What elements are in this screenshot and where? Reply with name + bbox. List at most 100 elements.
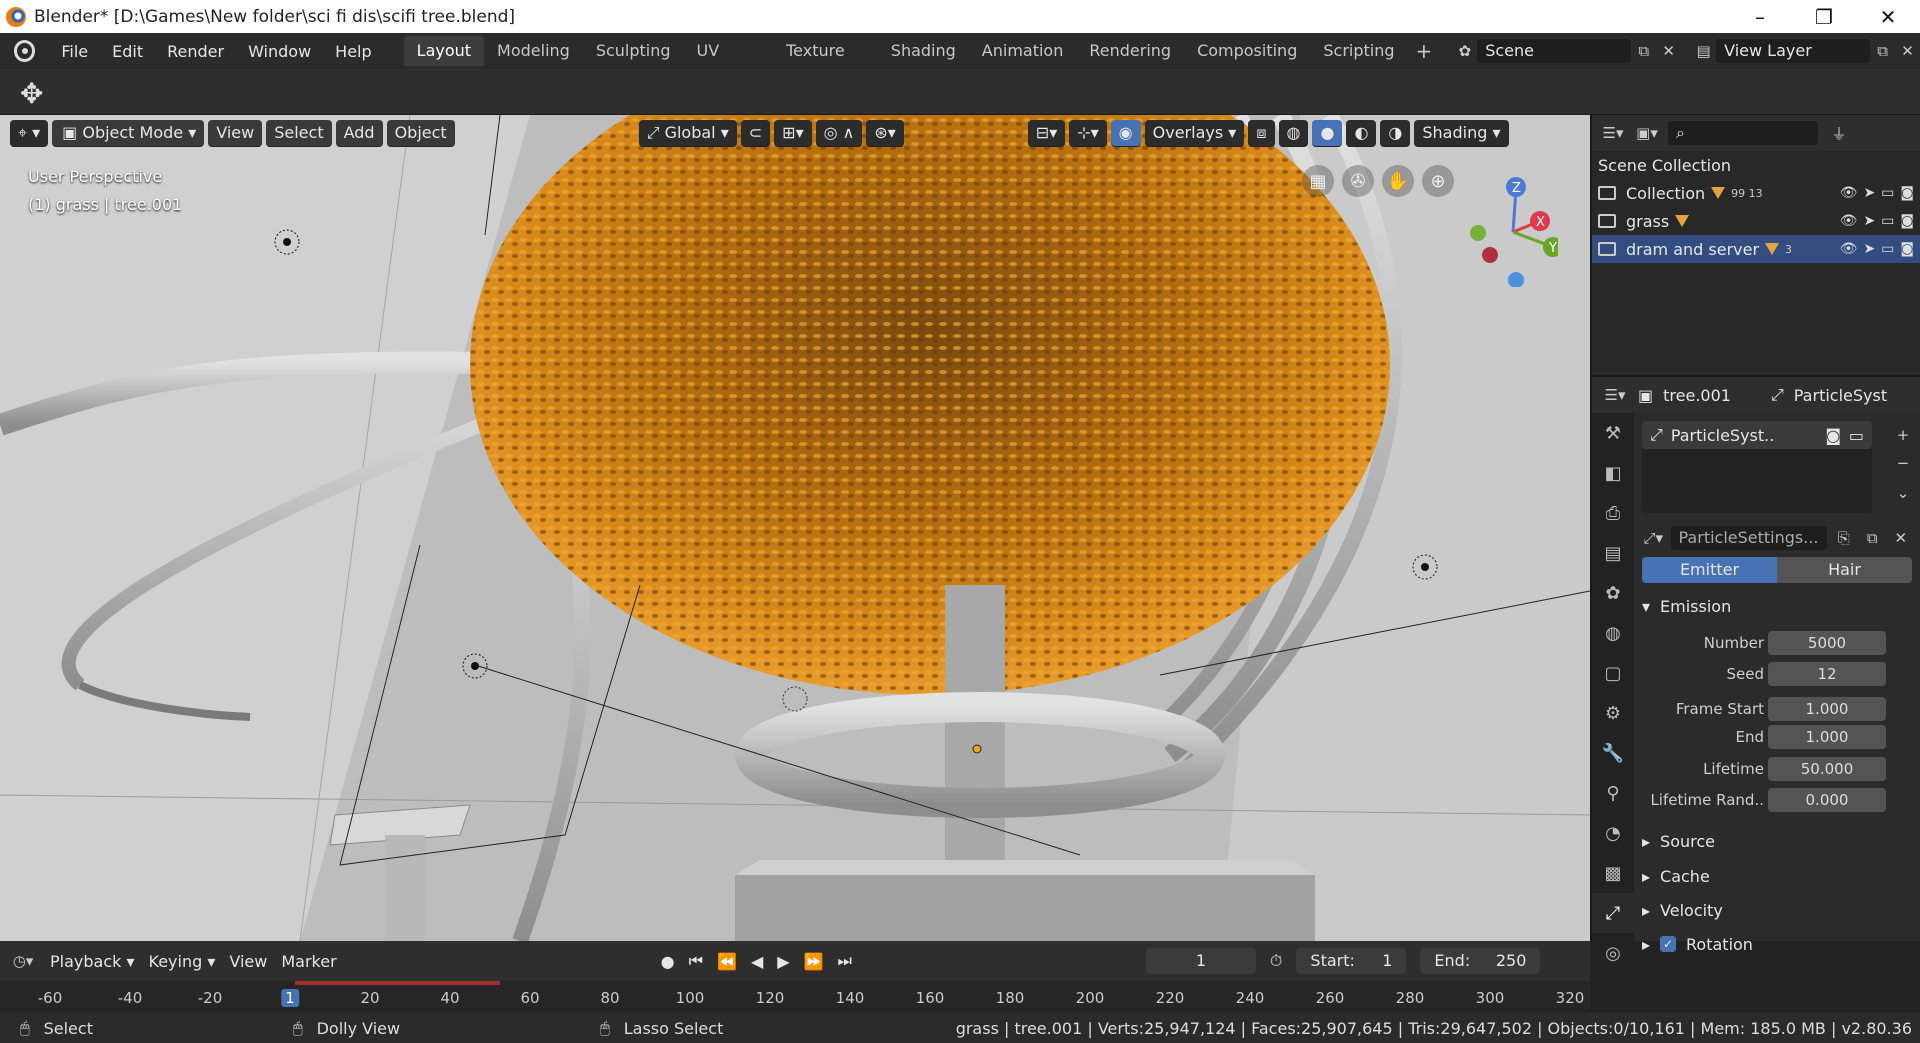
- current-frame-field[interactable]: 1: [1145, 948, 1256, 974]
- output-tab-icon[interactable]: ⎙: [1592, 493, 1634, 533]
- emission-section-header[interactable]: ▾ Emission: [1642, 591, 1912, 621]
- render-camera-icon[interactable]: ◙: [1825, 426, 1841, 445]
- timeline-editor-type-icon[interactable]: ◷▾: [10, 949, 36, 973]
- material-shading-icon[interactable]: ◐: [1346, 120, 1377, 146]
- remove-slot-icon[interactable]: −: [1890, 451, 1916, 475]
- end-frame-field[interactable]: End: 250: [1420, 948, 1541, 974]
- menu-edit[interactable]: Edit: [100, 42, 155, 61]
- properties-editor-type-icon[interactable]: ☰▾: [1602, 383, 1628, 407]
- seed-field[interactable]: 12: [1768, 662, 1886, 686]
- view-layer-icon[interactable]: ▤: [1691, 39, 1716, 63]
- filter-icon[interactable]: ⏚: [1826, 121, 1852, 145]
- jump-end-icon[interactable]: ⏭: [838, 951, 852, 971]
- camera-view-icon[interactable]: ✇: [1342, 165, 1374, 197]
- number-field[interactable]: 5000: [1768, 631, 1886, 655]
- outliner-search-input[interactable]: ⌕: [1668, 121, 1818, 145]
- tab-texture-paint[interactable]: Texture Paint: [773, 36, 878, 90]
- tab-modeling[interactable]: Modeling: [484, 36, 583, 66]
- 3d-viewport[interactable]: ⌖ ▾ ▣ Object Mode ▾ View Select Add Obje…: [0, 115, 1590, 941]
- fake-user-icon[interactable]: ⎘: [1833, 526, 1856, 550]
- velocity-section-header[interactable]: ▸ Velocity: [1642, 895, 1912, 925]
- menu-help[interactable]: Help: [323, 42, 383, 61]
- shading-dropdown[interactable]: Shading ▾: [1414, 120, 1509, 146]
- play-icon[interactable]: ▶: [777, 952, 789, 971]
- frame-start-field[interactable]: 1.000: [1768, 697, 1886, 721]
- physics-tab-icon[interactable]: ◎: [1592, 933, 1634, 973]
- outliner-row-grass[interactable]: grass 👁 ➤ ▭ ◙: [1592, 207, 1920, 235]
- object-menu[interactable]: Object: [386, 120, 455, 146]
- solid-shading-icon[interactable]: ●: [1312, 120, 1343, 146]
- overlays-toggle-icon[interactable]: ◉: [1110, 120, 1141, 146]
- wireframe-shading-icon[interactable]: ◍: [1278, 120, 1309, 146]
- jump-keyframe-forward-icon[interactable]: ⏩: [804, 952, 824, 971]
- data-tab-icon[interactable]: ◔: [1592, 813, 1634, 853]
- outliner-row-scene-collection[interactable]: Scene Collection: [1592, 151, 1920, 179]
- delete-scene-icon[interactable]: ✕: [1656, 39, 1681, 63]
- tab-uv-editing[interactable]: UV Editing: [684, 36, 774, 90]
- menu-window[interactable]: Window: [236, 42, 323, 61]
- xray-icon[interactable]: ⧈: [1248, 120, 1275, 146]
- minimize-button[interactable]: –: [1728, 5, 1792, 29]
- pivot-icon[interactable]: ⊛▾: [866, 120, 904, 146]
- view-layer-field[interactable]: View Layer: [1716, 39, 1871, 63]
- cache-section-header[interactable]: ▸ Cache: [1642, 861, 1912, 891]
- visibility-eye-icon[interactable]: 👁: [1840, 213, 1858, 229]
- scene-tab-icon[interactable]: ✿: [1592, 573, 1634, 613]
- tab-scripting[interactable]: Scripting: [1310, 36, 1407, 66]
- scene-icon[interactable]: ✿: [1452, 39, 1477, 63]
- outliner-row-collection[interactable]: Collection 99 13 👁 ➤ ▭ ◙: [1592, 179, 1920, 207]
- jump-keyframe-back-icon[interactable]: ⏪: [717, 952, 737, 971]
- overlays-dropdown[interactable]: Overlays ▾: [1144, 120, 1245, 146]
- material-tab-icon[interactable]: ▩: [1592, 853, 1634, 893]
- render-camera-icon[interactable]: ◙: [1900, 185, 1914, 201]
- close-button[interactable]: ✕: [1856, 5, 1920, 29]
- source-section-header[interactable]: ▸ Source: [1642, 826, 1912, 856]
- particle-settings-field[interactable]: ParticleSettings...: [1670, 526, 1827, 550]
- scene-field[interactable]: Scene: [1477, 39, 1632, 63]
- tab-shading[interactable]: Shading: [878, 36, 969, 66]
- menu-render[interactable]: Render: [155, 42, 236, 61]
- frame-end-field[interactable]: 1.000: [1768, 725, 1886, 749]
- proportional-edit-icon[interactable]: ◎ ∧: [815, 120, 863, 146]
- hair-button[interactable]: Hair: [1777, 557, 1912, 583]
- render-camera-icon[interactable]: ◙: [1900, 213, 1914, 229]
- playhead-marker[interactable]: 1: [281, 989, 299, 1007]
- gizmo-toggle-icon[interactable]: ⊹▾: [1069, 120, 1107, 146]
- selectable-arrow-icon[interactable]: ➤: [1863, 185, 1875, 201]
- constraint-tab-icon[interactable]: ⚲: [1592, 773, 1634, 813]
- outliner-editor-type-icon[interactable]: ☰▾: [1600, 121, 1626, 145]
- jump-start-icon[interactable]: ⏮: [689, 951, 703, 971]
- modifier-tab-icon[interactable]: ⚙: [1592, 693, 1634, 733]
- rotation-checkbox[interactable]: ✓: [1660, 936, 1677, 952]
- play-reverse-icon[interactable]: ◀: [751, 952, 763, 971]
- viewport-monitor-icon[interactable]: ▭: [1881, 241, 1894, 257]
- toggle-grid-icon[interactable]: ▦: [1302, 165, 1334, 197]
- object-tab-icon[interactable]: ▢: [1592, 653, 1634, 693]
- outliner-row-dram-and-server[interactable]: dram and server 3 👁 ➤ ▭ ◙: [1592, 235, 1920, 263]
- particle-system-list-item[interactable]: ⤢ ParticleSyst.. ◙ ▭: [1642, 421, 1872, 449]
- orientation-dropdown[interactable]: ⤢ Global ▾: [638, 120, 737, 146]
- zoom-icon[interactable]: ⊕: [1422, 165, 1454, 197]
- tab-animation[interactable]: Animation: [969, 36, 1077, 66]
- selectable-arrow-icon[interactable]: ➤: [1863, 213, 1875, 229]
- use-preview-range-icon[interactable]: ⏱: [1270, 951, 1282, 971]
- menu-file[interactable]: File: [49, 42, 100, 61]
- duplicate-icon[interactable]: ⧉: [1861, 526, 1884, 550]
- view-layer-tab-icon[interactable]: ▤: [1592, 533, 1634, 573]
- marker-menu[interactable]: Marker: [281, 952, 336, 971]
- rotation-section-header[interactable]: ▸ ✓ Rotation: [1642, 929, 1912, 959]
- axis-gizmo[interactable]: Z X Y: [1468, 167, 1558, 287]
- viewport-monitor-icon[interactable]: ▭: [1881, 213, 1894, 229]
- specials-dropdown-icon[interactable]: ⌄: [1890, 481, 1916, 505]
- visibility-eye-icon[interactable]: 👁: [1840, 185, 1858, 201]
- new-scene-icon[interactable]: ⧉: [1631, 39, 1656, 63]
- tab-layout[interactable]: Layout: [403, 36, 485, 66]
- render-camera-icon[interactable]: ◙: [1900, 241, 1914, 257]
- delete-view-layer-icon[interactable]: ✕: [1895, 39, 1920, 63]
- playback-menu[interactable]: Playback ▾: [50, 952, 135, 971]
- tab-sculpting[interactable]: Sculpting: [583, 36, 684, 66]
- rendered-shading-icon[interactable]: ◑: [1380, 120, 1411, 146]
- object-mode-dropdown[interactable]: ▣ Object Mode ▾: [52, 120, 205, 146]
- add-workspace-button[interactable]: +: [1408, 39, 1441, 63]
- settings-browse-icon[interactable]: ⤢▾: [1642, 526, 1665, 550]
